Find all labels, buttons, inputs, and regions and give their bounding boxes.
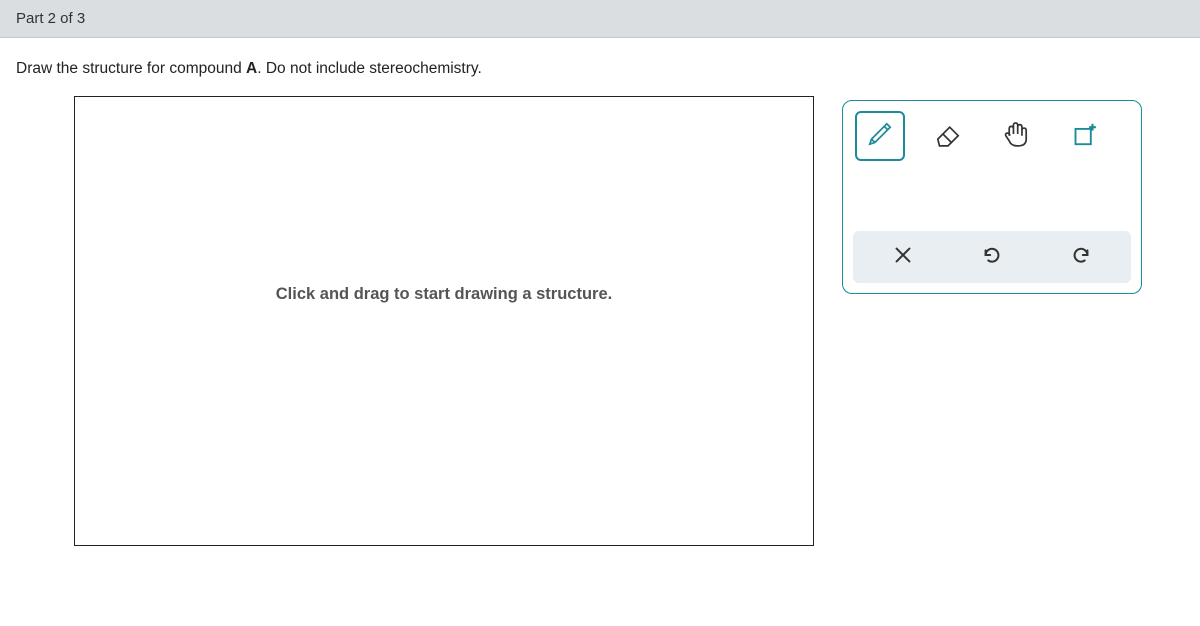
close-icon	[892, 244, 914, 271]
hand-icon	[999, 117, 1033, 156]
instruction-prefix: Draw the structure for compound	[16, 60, 246, 77]
pencil-tool-button[interactable]	[855, 111, 905, 161]
action-row	[853, 231, 1131, 283]
canvas-hint: Click and drag to start drawing a struct…	[186, 283, 703, 305]
negative-charge-button[interactable]	[855, 171, 905, 217]
selection-plus-icon	[1067, 117, 1101, 156]
instruction-bold: A	[246, 60, 257, 77]
redo-icon	[1070, 244, 1092, 271]
lone-pair-button[interactable]	[923, 171, 973, 217]
undo-button[interactable]	[962, 241, 1022, 273]
pencil-icon	[863, 117, 897, 156]
instruction-suffix: . Do not include stereochemistry.	[257, 60, 482, 77]
tool-row-1	[853, 111, 1131, 161]
instruction-text: Draw the structure for compound A. Do no…	[0, 38, 1200, 96]
undo-icon	[981, 244, 1003, 271]
selection-plus-tool-button[interactable]	[1059, 111, 1109, 161]
eraser-icon	[931, 117, 965, 156]
tool-row-2	[853, 171, 1131, 217]
part-label: Part 2 of 3	[16, 10, 85, 27]
eraser-tool-button[interactable]	[923, 111, 973, 161]
clear-button[interactable]	[873, 241, 933, 273]
move-tool-button[interactable]	[991, 111, 1041, 161]
toolbox	[842, 100, 1142, 294]
redo-button[interactable]	[1051, 241, 1111, 273]
content-row: Click and drag to start drawing a struct…	[0, 96, 1200, 546]
part-header: Part 2 of 3	[0, 0, 1200, 38]
drawing-canvas[interactable]: Click and drag to start drawing a struct…	[74, 96, 814, 546]
